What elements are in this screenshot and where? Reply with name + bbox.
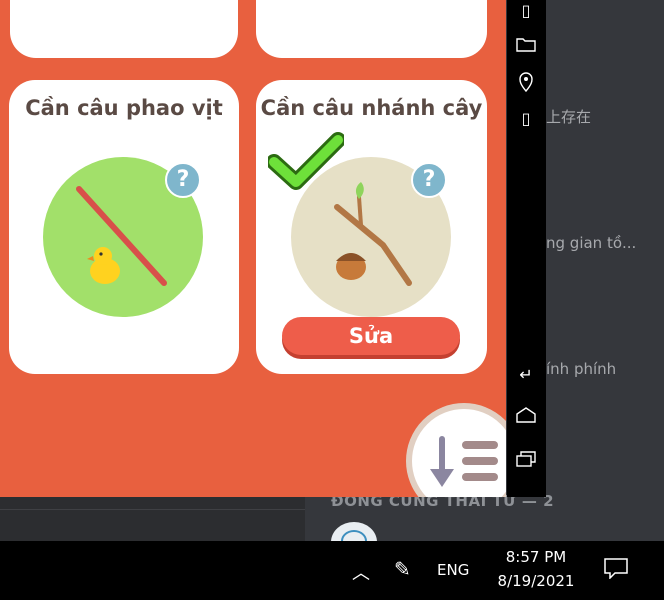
- show-hidden-icons-icon[interactable]: ︿: [352, 559, 370, 585]
- sort-button[interactable]: [406, 403, 506, 497]
- background-snippet-1: 上存在: [546, 108, 592, 126]
- folder-icon[interactable]: [515, 36, 537, 58]
- item-title: Cần câu nhánh cây: [260, 96, 483, 120]
- location-icon[interactable]: [515, 72, 537, 94]
- item-title: Cần câu phao vịt: [25, 96, 223, 120]
- home-icon[interactable]: [515, 407, 537, 429]
- edit-button[interactable]: Sửa: [282, 317, 460, 355]
- notification-icon[interactable]: [603, 557, 629, 579]
- game-window: Cần câu phao vịt ? Cần câu nhánh cây ? S…: [0, 0, 506, 497]
- item-card-partial[interactable]: [256, 0, 487, 58]
- background-snippet-2: ng gian tồ...: [546, 234, 637, 252]
- owned-check-icon: [268, 132, 344, 190]
- item-card-partial[interactable]: [10, 0, 238, 58]
- help-icon[interactable]: ?: [411, 162, 447, 198]
- shake-icon[interactable]: ▯: [515, 108, 537, 130]
- clock-time[interactable]: 8:57 PM: [492, 548, 580, 566]
- sort-icon: [430, 436, 498, 487]
- recents-icon[interactable]: [515, 451, 537, 473]
- windows-taskbar: ︿ ✎ ENG 8:57 PM 8/19/2021: [0, 541, 664, 600]
- input-language[interactable]: ENG: [437, 561, 469, 579]
- item-card-branch-rod[interactable]: Cần câu nhánh cây ? Sửa: [256, 80, 487, 374]
- vibrate-icon[interactable]: ▯: [515, 0, 537, 22]
- item-card-duck-rod[interactable]: Cần câu phao vịt ?: [9, 80, 239, 374]
- background-left-strip: [0, 497, 305, 541]
- emulator-toolbar: ▯ ▯ ↵: [507, 0, 546, 497]
- pen-workspace-icon[interactable]: ✎: [394, 557, 411, 581]
- background-snippet-3: ính phính: [546, 360, 617, 378]
- back-icon[interactable]: ↵: [515, 364, 537, 386]
- help-icon[interactable]: ?: [165, 162, 201, 198]
- clock-date[interactable]: 8/19/2021: [492, 572, 580, 590]
